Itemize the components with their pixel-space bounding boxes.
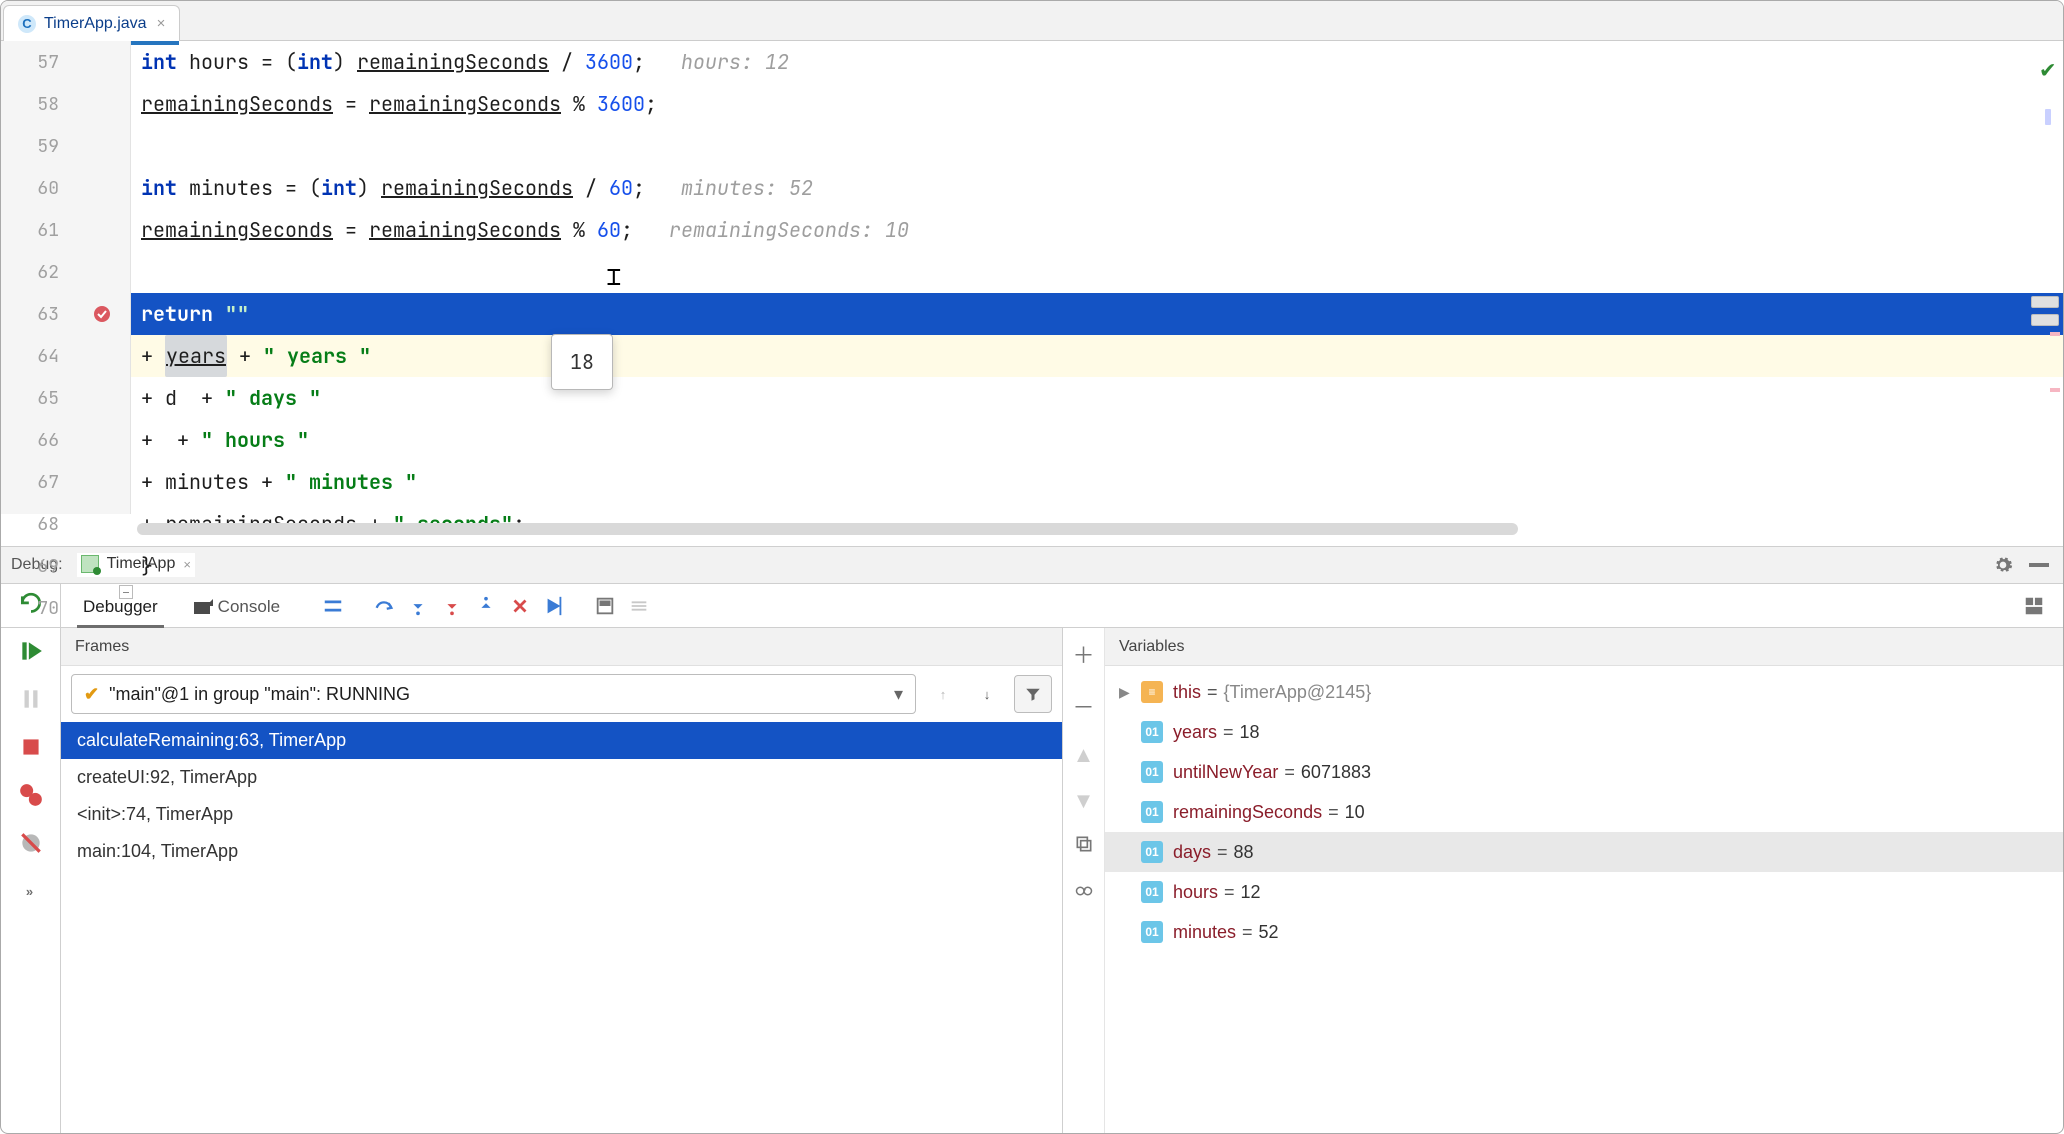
- line-number[interactable]: 65: [1, 377, 59, 419]
- primitive-icon: 01: [1141, 721, 1163, 743]
- variable-row[interactable]: 01 untilNewYear=6071883: [1105, 752, 2063, 792]
- variable-row[interactable]: 01 remainingSeconds=10: [1105, 792, 2063, 832]
- primitive-icon: 01: [1141, 761, 1163, 783]
- variables-title: Variables: [1105, 628, 2063, 666]
- primitive-icon: 01: [1141, 801, 1163, 823]
- down-icon[interactable]: ▼: [1073, 788, 1095, 814]
- code-area[interactable]: int hours = (int) remainingSeconds / 360…: [131, 41, 2063, 514]
- object-icon: ≡: [1141, 681, 1163, 703]
- line-number[interactable]: 69: [1, 545, 59, 587]
- debug-panes: » Frames ✔ "main"@1 in group "main": RUN…: [1, 628, 2063, 1133]
- breakpoint-verified-icon[interactable]: [92, 304, 112, 324]
- file-tab[interactable]: C TimerApp.java ×: [3, 5, 180, 41]
- line-number[interactable]: 66: [1, 419, 59, 461]
- inspection-gutter: ✔: [2041, 49, 2055, 125]
- thread-label: "main"@1 in group "main": RUNNING: [109, 684, 410, 705]
- more-actions-icon[interactable]: »: [18, 878, 44, 904]
- filter-icon[interactable]: [1014, 675, 1052, 713]
- line-number[interactable]: 60: [1, 167, 59, 209]
- line-number[interactable]: 67: [1, 461, 59, 503]
- close-icon[interactable]: ×: [157, 15, 166, 32]
- horizontal-scrollbar[interactable]: [137, 520, 2055, 538]
- ide-window: C TimerApp.java × 57 58 59 60 61 62 63 6…: [0, 0, 2064, 1134]
- add-watch-icon[interactable]: ＋: [1072, 638, 1094, 670]
- frames-title: Frames: [61, 628, 1062, 666]
- file-tab-label: TimerApp.java: [44, 15, 147, 33]
- drop-frame-icon[interactable]: [503, 595, 537, 617]
- line-number[interactable]: 70: [1, 587, 59, 629]
- line-number[interactable]: 62: [1, 251, 59, 293]
- thread-selector[interactable]: ✔ "main"@1 in group "main": RUNNING ▾: [71, 674, 916, 714]
- check-icon: ✔: [84, 684, 99, 705]
- tab-debugger[interactable]: Debugger: [77, 587, 164, 627]
- mute-breakpoints-icon[interactable]: [18, 830, 44, 856]
- copy-icon[interactable]: [1074, 834, 1094, 860]
- variables-list: ▶ ≡ this={TimerApp@2145} 01 years=18 01 …: [1105, 666, 2063, 1133]
- line-number[interactable]: 61: [1, 209, 59, 251]
- marker-warning-icon: [2050, 332, 2060, 336]
- editor: 57 58 59 60 61 62 63 64 65 66 67 68 69 7…: [1, 41, 2063, 546]
- console-icon: [194, 602, 210, 614]
- line-number[interactable]: 64: [1, 335, 59, 377]
- debug-leftrail: »: [1, 628, 61, 1133]
- line-number[interactable]: 68: [1, 503, 59, 545]
- stack-frame[interactable]: calculateRemaining:63, TimerApp: [61, 722, 1062, 759]
- line-number[interactable]: 63: [1, 293, 59, 335]
- value-tooltip: 18: [551, 334, 613, 390]
- next-frame-icon[interactable]: ↓: [970, 677, 1004, 711]
- tab-console[interactable]: Console: [188, 587, 286, 627]
- variable-row[interactable]: ▶ ≡ this={TimerApp@2145}: [1105, 672, 2063, 712]
- stop-icon[interactable]: [18, 734, 44, 760]
- trace-current-stream-chain-icon[interactable]: [622, 595, 656, 617]
- primitive-icon: 01: [1141, 881, 1163, 903]
- application-icon: [81, 555, 99, 573]
- stack-frame[interactable]: main:104, TimerApp: [61, 833, 1062, 870]
- line-gutter: 57 58 59 60 61 62 63 64 65 66 67 68 69 7…: [1, 41, 73, 514]
- frames-side-gutter: ＋ － ▲ ▼: [1063, 628, 1105, 1133]
- frames-list: calculateRemaining:63, TimerApp createUI…: [61, 722, 1062, 1133]
- watches-icon[interactable]: [1072, 880, 1096, 906]
- line-number[interactable]: 57: [1, 41, 59, 83]
- breakpoint-gutter[interactable]: [73, 41, 131, 514]
- variable-row[interactable]: 01 days=88: [1105, 832, 2063, 872]
- up-icon[interactable]: ▲: [1073, 742, 1095, 768]
- previous-frame-icon[interactable]: ↑: [926, 677, 960, 711]
- stack-frame[interactable]: createUI:92, TimerApp: [61, 759, 1062, 796]
- primitive-icon: 01: [1141, 841, 1163, 863]
- variable-row[interactable]: 01 years=18: [1105, 712, 2063, 752]
- variable-row[interactable]: 01 minutes=52: [1105, 912, 2063, 952]
- class-icon: C: [18, 15, 36, 33]
- marker-icon[interactable]: [2045, 109, 2051, 125]
- primitive-icon: 01: [1141, 921, 1163, 943]
- variable-row[interactable]: 01 hours=12: [1105, 872, 2063, 912]
- text-cursor-icon: Ꮖ: [607, 257, 621, 299]
- expand-icon[interactable]: ▶: [1119, 684, 1141, 701]
- resume-icon[interactable]: [18, 638, 44, 664]
- stack-frame[interactable]: <init>:74, TimerApp: [61, 796, 1062, 833]
- view-breakpoints-icon[interactable]: [18, 782, 44, 808]
- marker-warning-icon: [2050, 388, 2060, 392]
- minimap[interactable]: [2027, 296, 2063, 392]
- line-number[interactable]: 59: [1, 125, 59, 167]
- editor-tabbar: C TimerApp.java ×: [1, 1, 2063, 41]
- variables-panel: Variables ▶ ≡ this={TimerApp@2145} 01 ye…: [1105, 628, 2063, 1133]
- line-number[interactable]: 58: [1, 83, 59, 125]
- check-icon[interactable]: ✔: [2041, 49, 2055, 91]
- chevron-down-icon[interactable]: ▾: [894, 684, 903, 705]
- pause-icon[interactable]: [18, 686, 44, 712]
- remove-watch-icon[interactable]: －: [1072, 690, 1094, 722]
- frames-panel: Frames ✔ "main"@1 in group "main": RUNNI…: [61, 628, 1063, 1133]
